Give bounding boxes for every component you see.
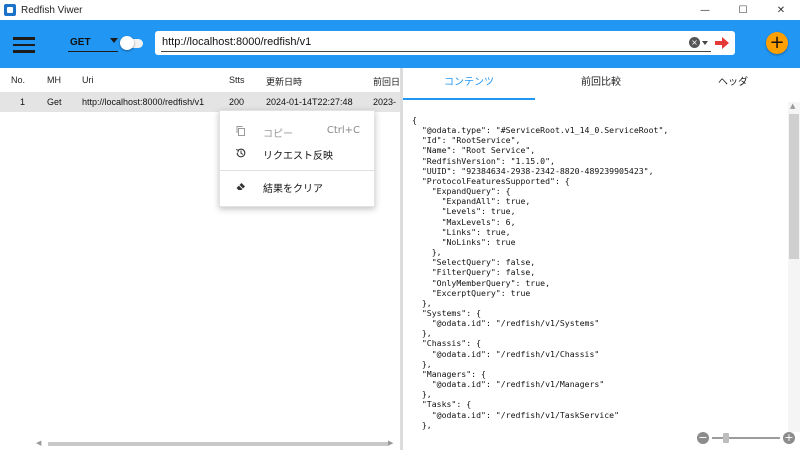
url-input[interactable] (162, 31, 682, 53)
history-grid-header: No. MH Uri Stts 更新日時 前回日 (0, 68, 400, 92)
title-bar: Redfish Viwer — ☐ ✕ (0, 0, 800, 20)
horizontal-scrollbar[interactable]: ◀ ▶ (36, 439, 396, 448)
vertical-scrollbar[interactable]: ▲ (788, 102, 800, 432)
response-tabs: コンテンツ 前回比較 ヘッダ (403, 68, 800, 100)
horizontal-scroll-thumb[interactable] (48, 442, 388, 446)
request-toolbar: GET × + (0, 20, 800, 68)
scroll-up-icon[interactable]: ▲ (790, 102, 795, 110)
tab-headers[interactable]: ヘッダ (667, 68, 799, 100)
zoom-control: − + (695, 430, 797, 446)
cell-uri: http://localhost:8000/redfish/v1 (82, 97, 205, 107)
menu-item-clear-result[interactable]: 結果をクリア (220, 175, 376, 197)
url-history-dropdown-icon[interactable] (702, 41, 708, 45)
menu-separator (220, 170, 376, 171)
close-button[interactable]: ✕ (762, 0, 800, 20)
scroll-right-icon[interactable]: ▶ (388, 439, 393, 447)
maximize-button[interactable]: ☐ (724, 0, 762, 20)
active-tab-indicator (403, 98, 535, 100)
clear-icon[interactable]: × (689, 37, 700, 48)
json-response-text: { "@odata.type": "#ServiceRoot.v1_14_0.S… (412, 115, 669, 430)
window-title: Redfish Viwer (21, 4, 83, 16)
cell-no: 1 (20, 97, 26, 107)
app-logo-icon (4, 4, 16, 16)
eraser-icon (236, 183, 245, 190)
column-header-updated[interactable]: 更新日時 (266, 75, 302, 88)
menu-item-label: 結果をクリア (263, 184, 323, 195)
column-header-method[interactable]: MH (47, 75, 61, 85)
zoom-slider-thumb[interactable] (723, 433, 729, 443)
scroll-left-icon[interactable]: ◀ (36, 439, 41, 447)
tab-contents[interactable]: コンテンツ (403, 68, 535, 100)
url-combobox[interactable]: × (155, 31, 735, 55)
menu-item-label: コピー (263, 129, 293, 140)
menu-item-label: リクエスト反映 (263, 151, 333, 162)
url-underline (161, 51, 711, 52)
table-row[interactable]: 1 Get http://localhost:8000/redfish/v1 2… (0, 92, 400, 112)
column-header-no[interactable]: No. (11, 75, 25, 85)
context-menu: コピー Ctrl+C リクエスト反映 結果をクリア (219, 110, 376, 207)
history-icon (236, 148, 246, 158)
zoom-in-icon[interactable]: + (783, 432, 795, 444)
cell-status: 200 (229, 97, 245, 107)
menu-item-shortcut: Ctrl+C (326, 125, 360, 136)
window-controls: — ☐ ✕ (686, 0, 800, 20)
hamburger-menu-icon[interactable] (13, 37, 35, 53)
http-method-value: GET (70, 37, 91, 48)
tab-compare-previous[interactable]: 前回比較 (535, 68, 667, 100)
vertical-scroll-thumb[interactable] (789, 114, 799, 259)
cell-previous: 2023- (373, 97, 397, 107)
zoom-out-icon[interactable]: − (697, 432, 709, 444)
copy-icon (236, 126, 245, 136)
toggle-knob (120, 36, 134, 50)
menu-item-apply-request[interactable]: リクエスト反映 (220, 142, 376, 164)
send-icon[interactable] (715, 37, 729, 49)
mode-toggle-switch[interactable] (120, 36, 143, 50)
column-header-uri[interactable]: Uri (82, 75, 94, 85)
minimize-button[interactable]: — (686, 0, 724, 20)
response-pane: コンテンツ 前回比較 ヘッダ { "@odata.type": "#Servic… (403, 68, 800, 450)
cell-method: Get (47, 97, 62, 107)
cell-updated: 2024-01-14T22:27:48 (266, 97, 353, 107)
json-content-area[interactable]: { "@odata.type": "#ServiceRoot.v1_14_0.S… (403, 102, 787, 430)
chevron-down-icon (110, 38, 118, 43)
column-header-status[interactable]: Stts (229, 75, 245, 85)
column-header-previous[interactable]: 前回日 (373, 75, 400, 88)
add-button[interactable]: + (766, 32, 788, 54)
menu-item-copy[interactable]: コピー Ctrl+C (220, 120, 376, 142)
http-method-select[interactable]: GET (68, 34, 118, 52)
